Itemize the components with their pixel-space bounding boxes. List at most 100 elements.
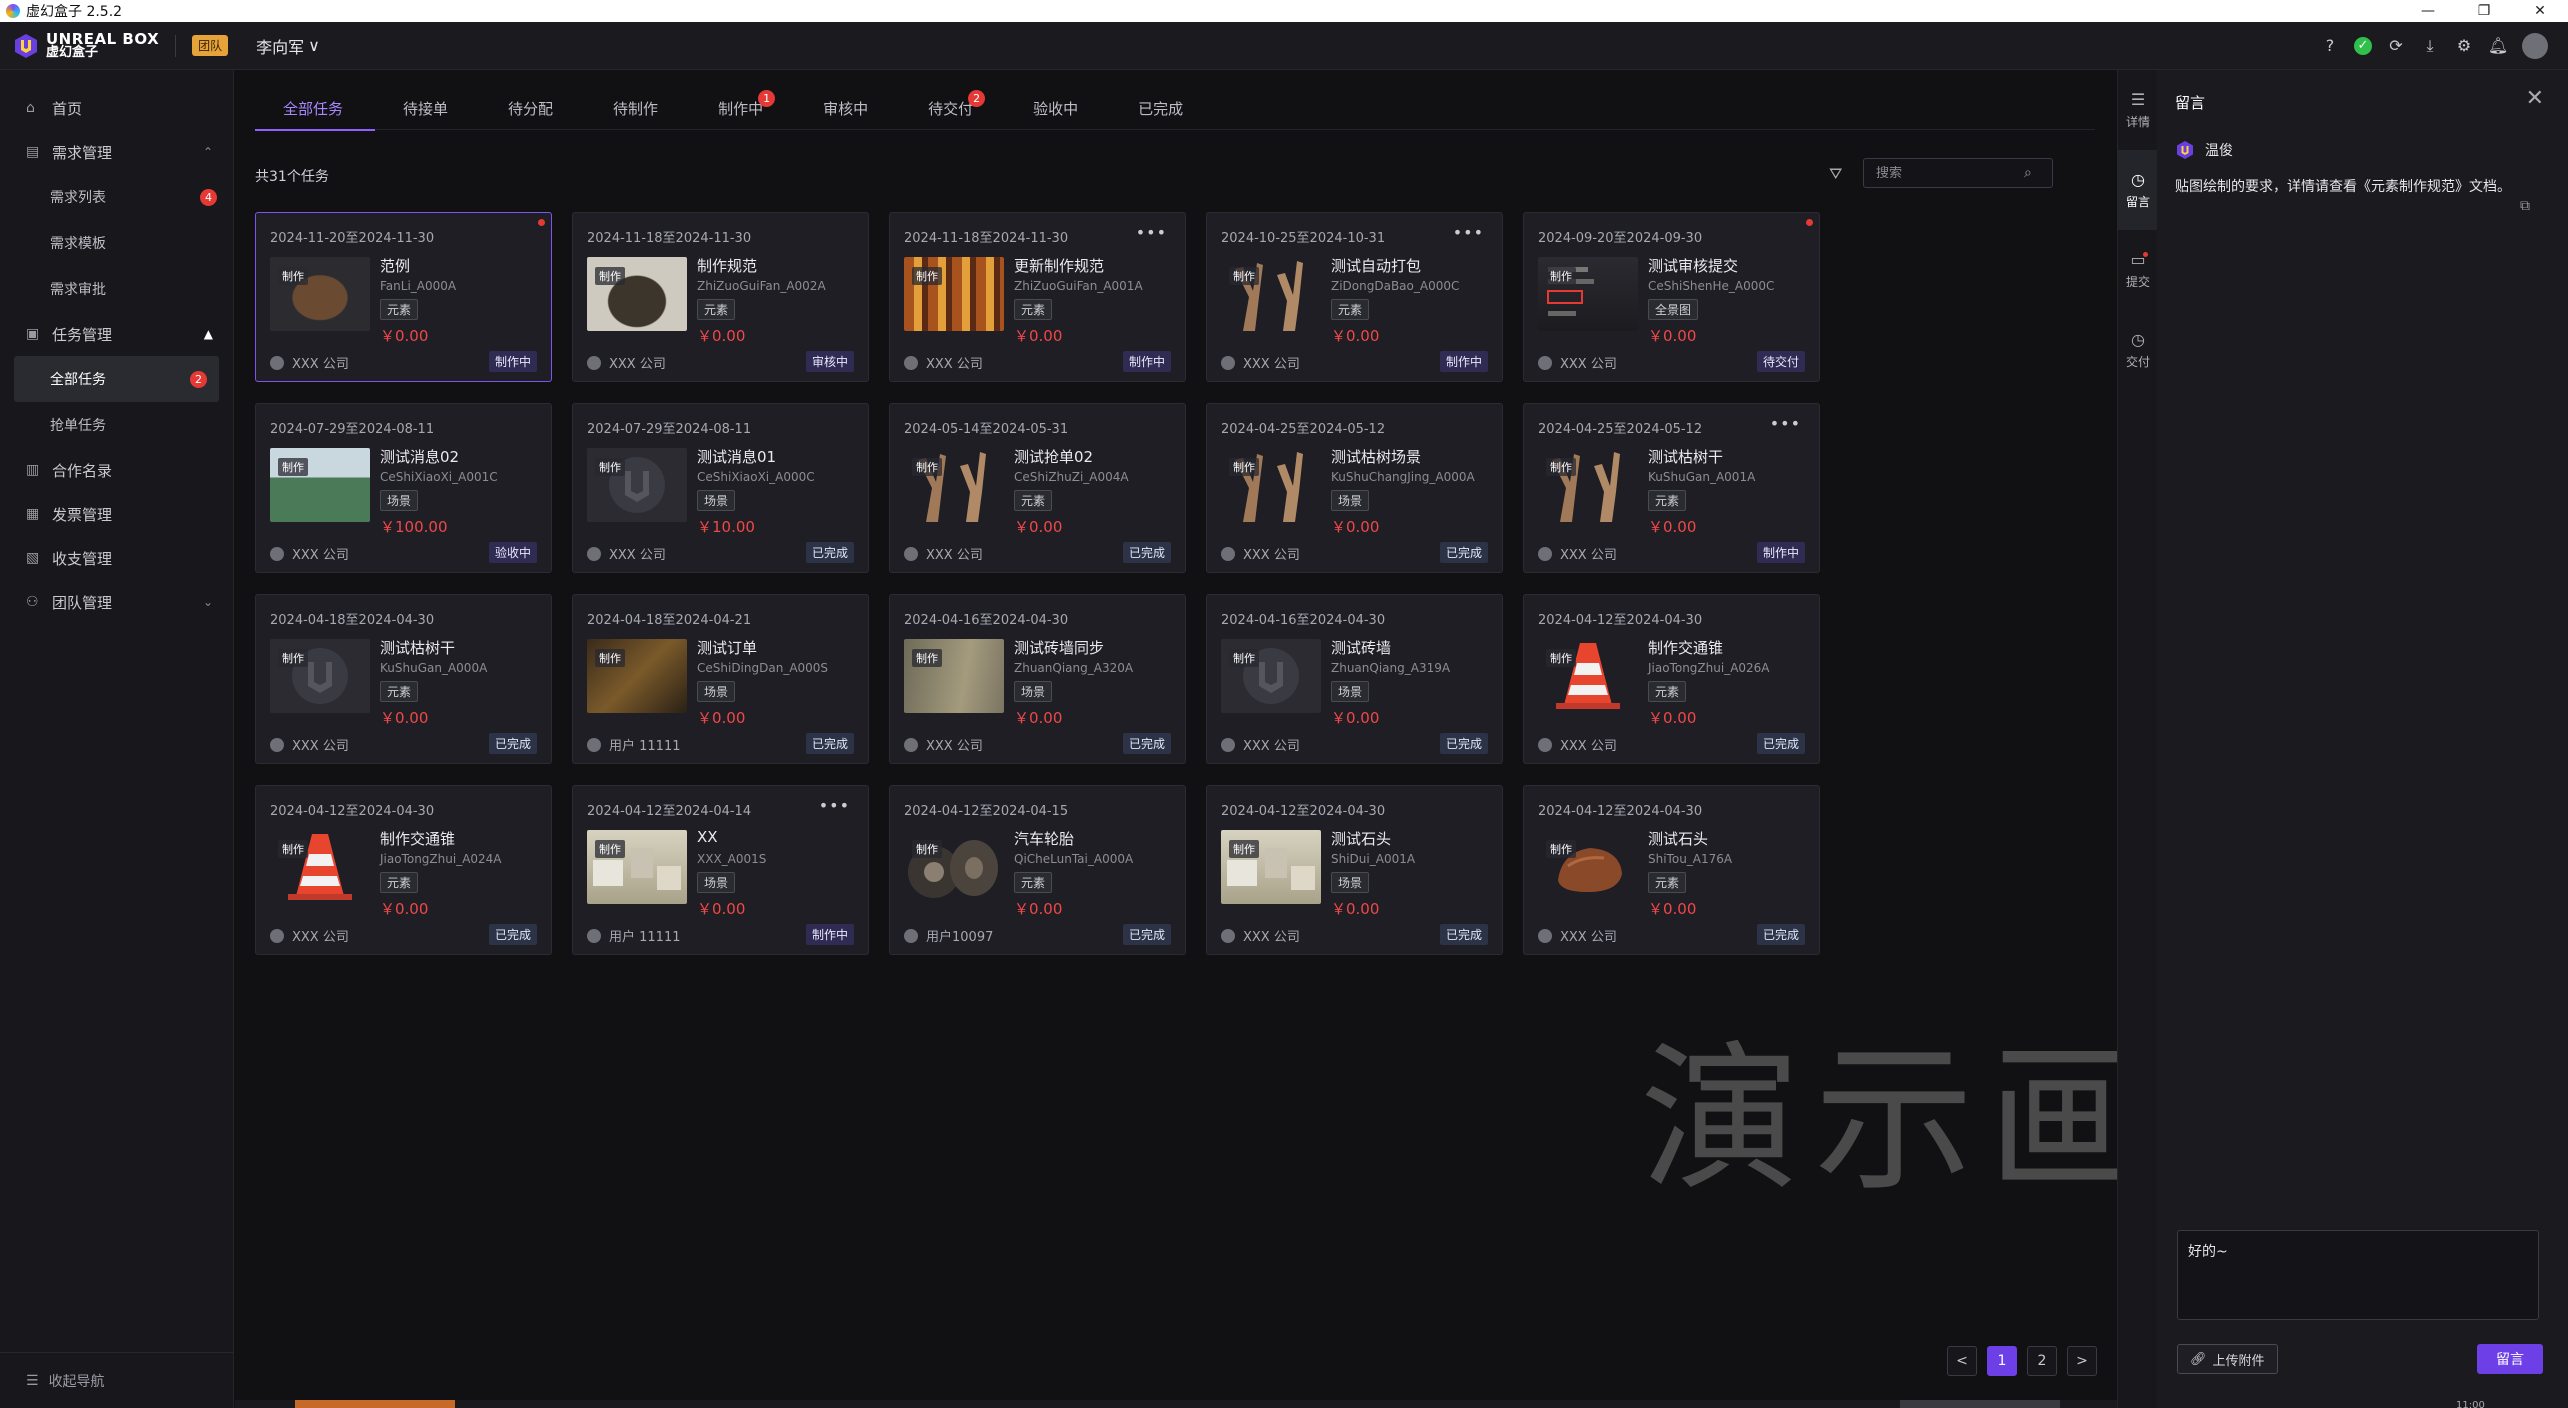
tab-pending-make[interactable]: 待制作 — [585, 86, 690, 130]
card-code: ZhuanQiang_A319A — [1331, 661, 1451, 675]
minimize-button[interactable]: — — [2400, 3, 2456, 19]
sidebar-item-requirements[interactable]: ▤ 需求管理 ⌃ — [0, 130, 233, 174]
app-icon — [6, 4, 20, 18]
card-title: 测试订单 — [697, 639, 758, 657]
sidebar-item-requirement-approval[interactable]: 需求审批 — [0, 266, 233, 312]
rail-comments[interactable]: ◷ 留言 — [2118, 150, 2158, 230]
logo[interactable]: UNREAL BOX 虚幻盒子 — [12, 31, 159, 60]
make-tag: 制作 — [595, 458, 625, 476]
card-code: QiCheLunTai_A000A — [1014, 852, 1134, 866]
scrollbar-thumb[interactable] — [1900, 1400, 2060, 1408]
prev-page-button[interactable]: < — [1947, 1346, 1977, 1376]
task-card[interactable]: 2024-04-25至2024-05-12 制作 测试枯树场景 KuShuChangJ… — [1206, 403, 1503, 573]
owner-name: XXX 公司 — [1560, 357, 1617, 372]
task-card[interactable]: 2024-04-12至2024-04-15 制作 汽车轮胎 QiCheLunTai_A… — [889, 785, 1186, 955]
more-icon[interactable]: ••• — [1770, 414, 1801, 433]
user-switcher[interactable]: 李向军 ∨ — [256, 34, 320, 58]
help-icon[interactable]: ? — [2320, 36, 2340, 56]
horizontal-scrollbar[interactable] — [235, 1400, 2117, 1408]
task-card[interactable]: 2024-04-16至2024-04-30 制作 测试砖墙 ZhuanQiang_A3… — [1206, 594, 1503, 764]
task-card[interactable]: 2024-07-29至2024-08-11 制作 测试消息02 CeShiXiaoXi… — [255, 403, 552, 573]
task-card[interactable]: 2024-09-20至2024-09-30 制作 测试审核提交 CeShiShenHe… — [1523, 212, 1820, 382]
card-owner: 用户 11111 — [587, 735, 681, 754]
search-icon[interactable]: ⌕ — [2024, 165, 2032, 181]
rail-delivery[interactable]: ◷ 交付 — [2118, 310, 2158, 390]
tab-acceptance[interactable]: 验收中 — [1005, 86, 1110, 130]
task-card[interactable]: ••• 2024-11-18至2024-11-30 制作 更新制作规范 ZhiZuoGu… — [889, 212, 1186, 382]
task-card[interactable]: ••• 2024-04-25至2024-05-12 制作 测试枯树干 KuShuGan_… — [1523, 403, 1820, 573]
send-comment-button[interactable]: 留言 — [2477, 1344, 2543, 1374]
status-badge: 验收中 — [488, 542, 537, 563]
refresh-icon[interactable]: ⟳ — [2386, 36, 2406, 56]
tab-pending-delivery[interactable]: 待交付 2 — [900, 86, 1005, 130]
card-price: ￥0.00 — [1014, 518, 1063, 536]
rail-details[interactable]: ☰ 详情 — [2118, 70, 2158, 150]
card-date-range: 2024-04-12至2024-04-30 — [1538, 613, 1703, 628]
status-ok-icon[interactable]: ✓ — [2354, 36, 2372, 55]
more-icon[interactable]: ••• — [819, 796, 850, 815]
card-date-range: 2024-04-25至2024-05-12 — [1538, 422, 1703, 437]
tab-all[interactable]: 全部任务 — [255, 86, 376, 131]
task-card[interactable]: ••• 2024-04-12至2024-04-14 制作 XX XXX_A001S 场景 ￥… — [572, 785, 869, 955]
card-type-tag: 场景 — [1331, 872, 1370, 893]
task-card[interactable]: 2024-11-20至2024-11-30 制作 范例 FanLi_A000A 元素 ￥0… — [255, 212, 552, 382]
task-card[interactable]: 2024-04-18至2024-04-30 制作 测试枯树干 KuShuGan_A00… — [255, 594, 552, 764]
search-input[interactable] — [1864, 165, 2024, 181]
close-icon[interactable]: ✕ — [2526, 86, 2544, 111]
sidebar-item-finance[interactable]: ▧ 收支管理 — [0, 536, 233, 580]
rail-label: 详情 — [2125, 115, 2150, 129]
close-window-button[interactable]: ✕ — [2512, 3, 2568, 19]
task-card[interactable]: 2024-04-18至2024-04-21 制作 测试订单 CeShiDingDan_… — [572, 594, 869, 764]
rail-submit[interactable]: ▭ 提交 — [2118, 230, 2158, 310]
avatar[interactable] — [2522, 32, 2548, 59]
restore-button[interactable]: ❐ — [2456, 3, 2512, 19]
sidebar-item-requirement-list[interactable]: 需求列表 4 — [0, 174, 233, 220]
tab-label: 待交付 — [928, 99, 974, 118]
task-card[interactable]: 2024-07-29至2024-08-11 制作 测试消息01 CeShiXiaoXi… — [572, 403, 869, 573]
page-2-button[interactable]: 2 — [2027, 1346, 2057, 1376]
avatar — [1221, 737, 1235, 752]
task-card[interactable]: 2024-04-12至2024-04-30 制作 测试石头 ShiTou_A176A 元… — [1523, 785, 1820, 955]
next-page-button[interactable]: > — [2067, 1346, 2097, 1376]
upload-label: 上传附件 — [2212, 1353, 2265, 1369]
scrollbar-thumb[interactable] — [295, 1400, 455, 1408]
tab-in-progress[interactable]: 制作中 1 — [690, 86, 795, 130]
comment-input[interactable] — [2177, 1230, 2539, 1320]
filter-icon[interactable]: ⛛ — [1829, 164, 1842, 184]
more-icon[interactable]: ••• — [1453, 223, 1484, 242]
collapse-nav-button[interactable]: ☰ 收起导航 — [0, 1352, 234, 1408]
list-icon: ☰ — [2130, 90, 2146, 109]
sidebar-item-grab-tasks[interactable]: 抢单任务 — [0, 402, 233, 448]
sidebar-item-partners[interactable]: ▥ 合作名录 — [0, 448, 233, 492]
task-card[interactable]: 2024-11-18至2024-11-30 制作 制作规范 ZhiZuoGuiFan_… — [572, 212, 869, 382]
task-card[interactable]: 2024-04-12至2024-04-30 制作 制作交通锥 JiaoTongZhui… — [1523, 594, 1820, 764]
sidebar-item-tasks[interactable]: ▣ 任务管理 ▲ — [0, 312, 233, 356]
owner-name: 用户 11111 — [609, 930, 681, 945]
tab-completed[interactable]: 已完成 — [1110, 86, 1215, 130]
task-card[interactable]: 2024-04-12至2024-04-30 制作 制作交通锥 JiaoTongZhui… — [255, 785, 552, 955]
tab-in-review[interactable]: 审核中 — [795, 86, 900, 130]
more-icon[interactable]: ••• — [1136, 223, 1167, 242]
page-1-button[interactable]: 1 — [1987, 1346, 2017, 1376]
task-card[interactable]: 2024-04-16至2024-04-30 制作 测试砖墙同步 ZhuanQiang_… — [889, 594, 1186, 764]
tab-pending-accept[interactable]: 待接单 — [375, 86, 480, 130]
sidebar-item-all-tasks[interactable]: 全部任务 2 — [14, 356, 219, 402]
task-card[interactable]: ••• 2024-10-25至2024-10-31 制作 测试自动打包 ZiDongDa… — [1206, 212, 1503, 382]
task-card[interactable]: 2024-04-12至2024-04-30 制作 测试石头 ShiDui_A001A 场… — [1206, 785, 1503, 955]
sidebar-item-requirement-templates[interactable]: 需求模板 — [0, 220, 233, 266]
sidebar-item-team[interactable]: ⚇ 团队管理 ⌄ — [0, 580, 233, 624]
sidebar-item-invoices[interactable]: ▦ 发票管理 — [0, 492, 233, 536]
download-icon[interactable]: ⤓ — [2420, 36, 2440, 56]
sidebar-item-home[interactable]: ⌂ 首页 — [0, 86, 233, 130]
sidebar-item-label: 收支管理 — [52, 549, 113, 568]
tab-pending-assign[interactable]: 待分配 — [480, 86, 585, 130]
status-badge: 制作中 — [1439, 351, 1488, 372]
sidebar: ⌂ 首页 ▤ 需求管理 ⌃ 需求列表 4 需求模板 需求审批 ▣ 任务管理 ▲ … — [0, 70, 234, 1408]
settings-icon[interactable]: ⚙ — [2454, 36, 2474, 56]
card-owner: XXX 公司 — [587, 544, 666, 563]
copy-icon[interactable]: ⧉ — [2520, 198, 2530, 214]
bell-icon[interactable]: 🔔︎ — [2488, 36, 2508, 56]
task-card[interactable]: 2024-05-14至2024-05-31 制作 测试抢单02 CeShiZhuZi_… — [889, 403, 1186, 573]
upload-attachment-button[interactable]: 🔗︎ 上传附件 — [2177, 1344, 2278, 1374]
avatar — [270, 546, 284, 561]
